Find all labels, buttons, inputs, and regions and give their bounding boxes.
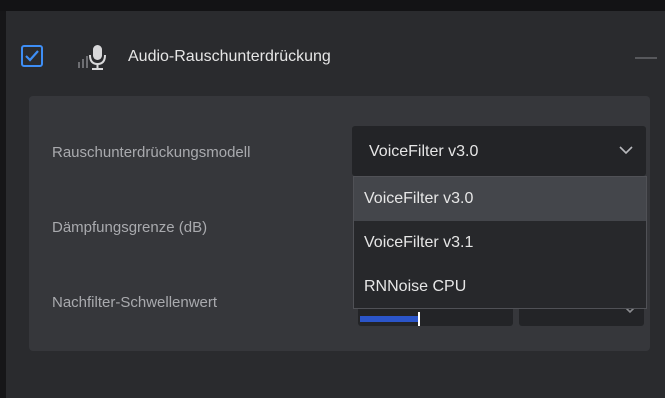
chevron-down-icon xyxy=(619,146,633,155)
filter-title: Audio-Rauschunterdrückung xyxy=(128,48,331,65)
collapse-icon[interactable] xyxy=(635,57,657,59)
checkmark-icon xyxy=(25,50,39,62)
postfilter-threshold-label: Nachfilter-Schwellenwert xyxy=(52,294,218,311)
window-top-bar xyxy=(0,0,665,11)
filter-header[interactable]: Audio-Rauschunterdrückung xyxy=(6,40,665,84)
model-dropdown-list: VoiceFilter v3.0 VoiceFilter v3.1 RNNois… xyxy=(353,176,647,309)
slider-handle[interactable] xyxy=(418,312,420,326)
dropdown-option-voicefilter-3-1[interactable]: VoiceFilter v3.1 xyxy=(354,221,646,265)
model-combobox[interactable]: VoiceFilter v3.0 xyxy=(352,126,646,176)
dropdown-option-voicefilter-3-0[interactable]: VoiceFilter v3.0 xyxy=(354,177,646,221)
dropdown-option-rnnoise-cpu[interactable]: RNNoise CPU xyxy=(354,265,646,309)
slider-fill xyxy=(360,316,418,322)
microphone-icon xyxy=(76,42,116,72)
dropdown-option-label: VoiceFilter v3.0 xyxy=(364,190,474,207)
attenuation-label: Dämpfungsgrenze (dB) xyxy=(52,219,208,236)
model-label: Rauschunterdrückungsmodell xyxy=(52,144,251,161)
filter-enabled-checkbox[interactable] xyxy=(21,45,43,67)
dropdown-option-label: RNNoise CPU xyxy=(364,278,467,295)
dropdown-option-label: VoiceFilter v3.1 xyxy=(364,234,474,251)
model-combobox-value: VoiceFilter v3.0 xyxy=(369,143,479,160)
